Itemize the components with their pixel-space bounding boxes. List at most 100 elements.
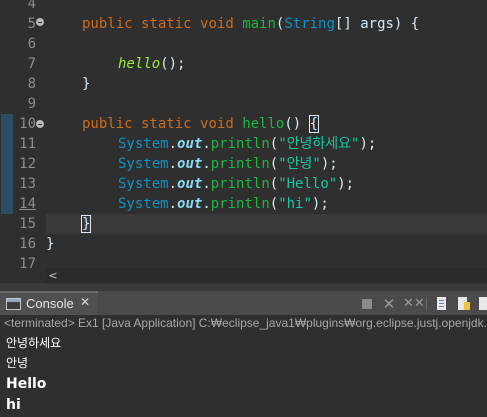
keyword: void [200,16,234,32]
current-line-highlight [46,214,487,234]
horizontal-scrollbar[interactable]: < [46,268,487,283]
code-line-hello-declaration: public static void hello() { [82,114,320,134]
punctuation: . [202,176,211,192]
line-number: 9 [27,96,36,112]
code-line-println: System.out.println("안녕"); [118,154,338,174]
method-call: println [210,196,270,212]
open-console-icon[interactable] [477,296,487,312]
static-field: out [177,136,203,152]
console-icon [6,298,21,310]
punctuation: . [168,196,178,212]
punctuation: ); [337,176,355,192]
view-divider[interactable] [0,283,487,291]
type-name: String [284,16,335,32]
line-number: 17 [19,256,36,268]
class-name: System [118,196,169,212]
code-line-close-main: } [82,74,90,94]
punctuation: . [168,156,178,172]
line-number: 6 [27,36,36,52]
method-name: hello [242,116,285,132]
matched-brace: { [308,115,320,133]
keyword: public [82,116,133,132]
string-literal: "안녕" [278,156,321,172]
static-field: out [177,196,203,212]
punctuation: (); [160,56,186,72]
punctuation: ( [269,196,279,212]
punctuation: ( [269,136,279,152]
keyword: static [141,16,192,32]
punctuation: . [168,136,178,152]
punctuation: ); [359,136,377,152]
line-number: 5 [27,16,36,32]
string-literal: "안녕하세요" [278,136,360,152]
line-number: 7 [27,56,36,72]
punctuation: ); [311,196,329,212]
method-call: println [210,156,270,172]
line-number: 4 [27,0,36,12]
code-line-hello-call: hello(); [118,54,185,74]
string-literal: "hi" [278,196,312,212]
closing-brace: } [82,76,91,92]
punctuation: ); [320,156,338,172]
line-number-gutter: 4 5 6 7 8 9 10 11 12 13 14 15 16 17 [0,0,46,268]
line-number: 13 [19,176,36,192]
punctuation: [] args) { [334,16,420,32]
method-call: hello [118,56,161,72]
line-number: 10 [19,116,36,132]
class-name: System [118,156,169,172]
code-editor[interactable]: 4 5 6 7 8 9 10 11 12 13 14 15 16 17 publ… [0,0,487,268]
punctuation: . [202,136,211,152]
closing-brace: } [46,236,55,252]
code-line-close-hello: } [80,214,92,234]
keyword: public [82,16,133,32]
code-line-main-declaration: public static void main(String[] args) { [82,14,419,34]
line-number: 12 [19,156,36,172]
gutter-corner [0,268,46,283]
tab-console[interactable]: Console ✕ [0,291,98,315]
pin-console-icon[interactable] [456,296,472,312]
console-output-line: 안녕하세요 [6,336,62,350]
keyword: void [200,116,234,132]
code-line-close-class: } [46,234,54,254]
punctuation: . [168,176,178,192]
code-line-println: System.out.println("hi"); [118,194,329,214]
console-display-icon[interactable] [434,296,450,312]
terminate-icon[interactable] [359,296,375,312]
remove-all-terminated-icon[interactable]: ✕✕ [403,296,425,312]
line-number: 15 [19,216,36,232]
fold-collapse-icon[interactable] [36,120,44,128]
punctuation: . [202,156,211,172]
method-name: main [242,16,276,32]
class-name: System [118,176,169,192]
punctuation: () [284,116,310,132]
line-number: 8 [27,76,36,92]
line-number: 16 [19,236,36,252]
console-output-area[interactable]: 안녕하세요 안녕 Hello hi [0,332,487,417]
code-line-println: System.out.println("안녕하세요"); [118,134,376,154]
console-output-line: Hello [6,376,47,392]
remove-launch-icon[interactable]: ✕ [381,296,397,312]
static-field: out [177,156,203,172]
code-text-area[interactable]: public static void main(String[] args) {… [46,0,487,268]
fold-collapse-icon[interactable] [36,18,44,26]
tab-console-label: Console [26,296,74,311]
close-icon[interactable]: ✕ [80,295,90,309]
class-name: System [118,136,169,152]
static-field: out [177,176,203,192]
keyword: static [141,116,192,132]
console-output-line: 안녕 [6,356,29,370]
console-output-line: hi [6,397,21,413]
punctuation: ( [269,176,279,192]
punctuation: ( [269,156,279,172]
console-launch-status: <terminated> Ex1 [Java Application] C:₩e… [0,315,487,332]
method-call: println [210,136,270,152]
string-literal: "Hello" [278,176,338,192]
code-line-println: System.out.println("Hello"); [118,174,354,194]
toolbar-separator [426,297,427,311]
scroll-left-arrow-icon[interactable]: < [46,268,60,283]
method-call: println [210,176,270,192]
line-number: 14 [19,196,36,212]
line-number: 11 [19,136,36,152]
matched-brace: } [80,215,92,233]
punctuation: . [202,196,211,212]
